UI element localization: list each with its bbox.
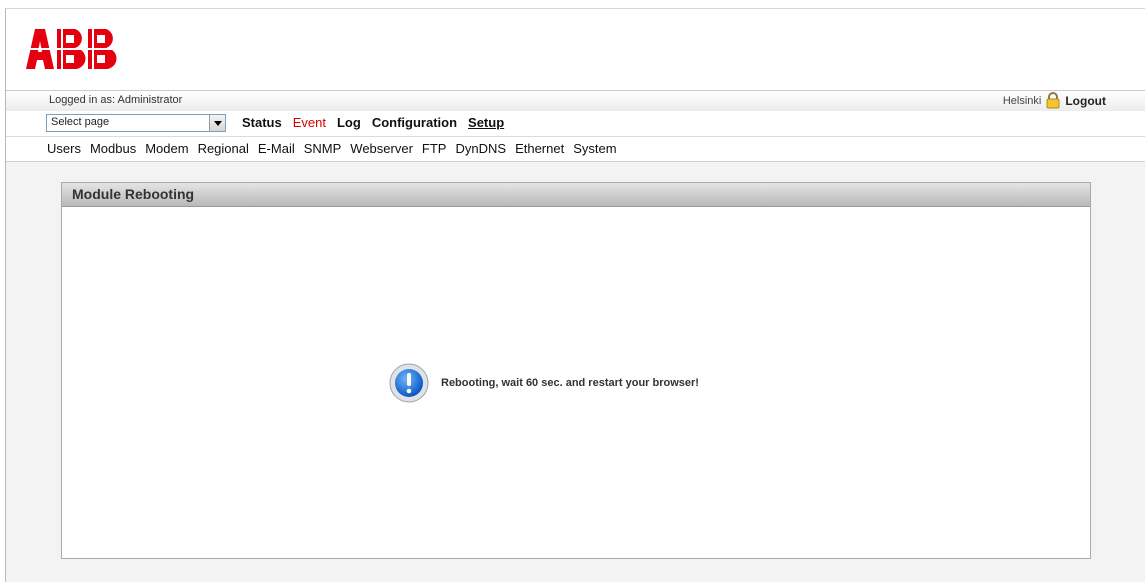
info-bar: Logged in as: Administrator Helsinki Log… xyxy=(6,90,1145,112)
subnav-ethernet[interactable]: Ethernet xyxy=(515,141,564,156)
location-label: Helsinki xyxy=(1002,94,1042,107)
sub-nav: Users Modbus Modem Regional E-Mail SNMP … xyxy=(6,137,1145,162)
nav-log[interactable]: Log xyxy=(337,115,361,130)
subnav-email[interactable]: E-Mail xyxy=(258,141,295,156)
nav-event[interactable]: Event xyxy=(293,115,326,130)
logged-in-label: Logged in as: Administrator xyxy=(49,94,183,106)
main-nav-items: Status Event Log Configuration Setup xyxy=(242,115,504,130)
info-icon xyxy=(389,363,429,403)
subnav-modem[interactable]: Modem xyxy=(145,141,188,156)
subnav-ftp[interactable]: FTP xyxy=(422,141,447,156)
reboot-message: Rebooting, wait 60 sec. and restart your… xyxy=(389,363,699,403)
select-page-value: Select page xyxy=(51,116,110,128)
module-rebooting-panel: Module Rebooting Rebooting, wait 60 sec.… xyxy=(61,182,1091,559)
nav-status[interactable]: Status xyxy=(242,115,282,130)
lock-icon xyxy=(1046,92,1060,109)
sub-nav-items: Users Modbus Modem Regional E-Mail SNMP … xyxy=(47,141,617,156)
panel-header: Module Rebooting xyxy=(62,183,1090,207)
panel-title: Module Rebooting xyxy=(72,186,195,202)
subnav-users[interactable]: Users xyxy=(47,141,81,156)
subnav-modbus[interactable]: Modbus xyxy=(90,141,136,156)
user-area: Helsinki Logout xyxy=(1003,92,1106,109)
abb-logo xyxy=(26,29,118,69)
subnav-webserver[interactable]: Webserver xyxy=(350,141,413,156)
header xyxy=(6,9,1145,90)
nav-configuration[interactable]: Configuration xyxy=(372,115,457,130)
subnav-snmp[interactable]: SNMP xyxy=(304,141,342,156)
reboot-message-text: Rebooting, wait 60 sec. and restart your… xyxy=(441,377,699,389)
subnav-system[interactable]: System xyxy=(573,141,616,156)
logout-link[interactable]: Logout xyxy=(1065,94,1106,108)
main-nav: Select page Status Event Log Configurati… xyxy=(6,111,1145,137)
subnav-regional[interactable]: Regional xyxy=(198,141,249,156)
subnav-dyndns[interactable]: DynDNS xyxy=(455,141,506,156)
select-page-dropdown[interactable]: Select page xyxy=(46,114,226,132)
app-frame: Logged in as: Administrator Helsinki Log… xyxy=(5,8,1145,582)
nav-setup[interactable]: Setup xyxy=(468,115,504,130)
chevron-down-icon[interactable] xyxy=(209,115,225,131)
